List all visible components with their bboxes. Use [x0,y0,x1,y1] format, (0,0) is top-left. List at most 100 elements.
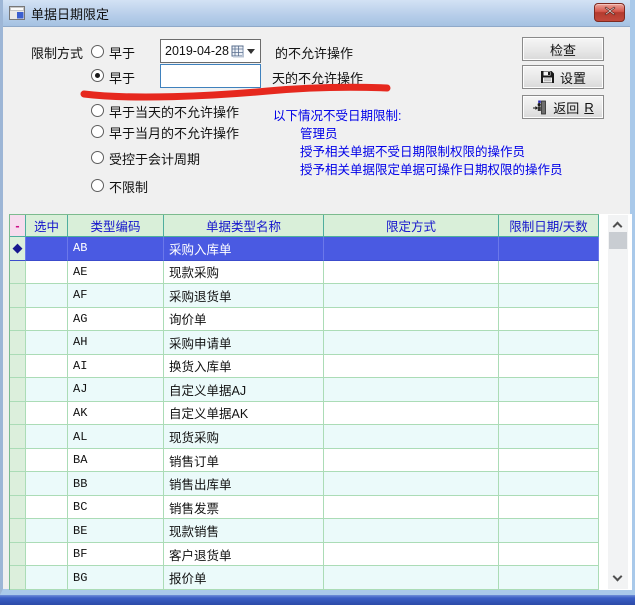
row-type-code-cell: AF [68,284,164,308]
row-marker-cell [10,331,26,355]
table-row[interactable]: BB 销售出库单 [10,472,599,496]
row-limit-date-cell [499,425,599,449]
table-row[interactable]: ◆ AB 采购入库单 [10,237,599,261]
row-checked-cell[interactable] [26,308,68,332]
row-type-name-cell: 采购退货单 [164,284,324,308]
notice-item: 授予相关单据限定单据可操作日期权限的操作员 [300,159,563,178]
row-restrict-mode-cell [324,378,499,402]
column-header-type-code[interactable]: 类型编码 [68,215,164,237]
grid: - 选中 类型编码 单据类型名称 限定方式 限制日期/天数 ◆ AB 采购入库单… [9,214,599,590]
row-marker-cell [10,261,26,285]
row-type-code-cell: AJ [68,378,164,402]
table-row[interactable]: AH 采购申请单 [10,331,599,355]
date-value: 2019-04-28 [161,44,231,58]
row-marker-cell [10,449,26,473]
row-checked-cell[interactable] [26,496,68,520]
row-type-name-cell: 自定义单据AK [164,402,324,426]
titlebar[interactable]: 单据日期限定 [3,0,630,27]
row-checked-cell[interactable] [26,566,68,590]
radio-none[interactable] [91,179,104,192]
vertical-scrollbar[interactable] [608,215,628,589]
row-checked-cell[interactable] [26,543,68,567]
column-header-checked[interactable]: 选中 [26,215,68,237]
row-checked-cell[interactable] [26,261,68,285]
row-restrict-mode-cell [324,519,499,543]
row-restrict-mode-cell [324,402,499,426]
row-checked-cell[interactable] [26,237,68,261]
notice-title: 以下情况不受日期限制: [273,105,401,124]
date-picker[interactable]: 2019-04-28 [160,39,261,63]
row-limit-date-cell [499,519,599,543]
table-row[interactable]: AI 换货入库单 [10,355,599,379]
row-marker-cell [10,308,26,332]
row-checked-cell[interactable] [26,519,68,543]
days-input[interactable] [160,64,261,88]
table-row[interactable]: BF 客户退货单 [10,543,599,567]
table-row[interactable]: AJ 自定义单据AJ [10,378,599,402]
table-row[interactable]: AL 现货采购 [10,425,599,449]
close-icon [604,6,616,16]
radio-month[interactable] [91,125,104,138]
radio-earlier-days-label: 早于 [109,68,135,87]
table-row[interactable]: AK 自定义单据AK [10,402,599,426]
scroll-up-icon[interactable] [613,222,623,232]
row-checked-cell[interactable] [26,331,68,355]
table-row[interactable]: AE 现款采购 [10,261,599,285]
radio-earlier-date[interactable] [91,45,104,58]
row-restrict-mode-cell [324,308,499,332]
table-header-row: - 选中 类型编码 单据类型名称 限定方式 限制日期/天数 [10,215,599,237]
table-row[interactable]: BG 报价单 [10,566,599,590]
column-header-restrict-mode[interactable]: 限定方式 [324,215,499,237]
date-dropdown-arrow[interactable] [247,49,255,54]
radio-earlier-date-label: 早于 [109,43,135,62]
table-row[interactable]: BE 现款销售 [10,519,599,543]
row-type-code-cell: BA [68,449,164,473]
row-checked-cell[interactable] [26,355,68,379]
row-limit-date-cell [499,543,599,567]
scrollbar-thumb[interactable] [609,232,627,249]
row-limit-date-cell [499,355,599,379]
row-checked-cell[interactable] [26,425,68,449]
row-marker-cell [10,402,26,426]
row-limit-date-cell [499,402,599,426]
row-restrict-mode-cell [324,543,499,567]
row-checked-cell[interactable] [26,378,68,402]
row-type-code-cell: BC [68,496,164,520]
save-settings-button[interactable]: 设置 [522,65,604,89]
table-row[interactable]: AF 采购退货单 [10,284,599,308]
column-header-marker[interactable]: - [10,215,26,237]
row-type-code-cell: AK [68,402,164,426]
table-row[interactable]: BA 销售订单 [10,449,599,473]
row-limit-date-cell [499,331,599,355]
radio-earlier-days[interactable] [91,69,104,82]
close-button[interactable] [594,3,625,22]
row-marker-cell [10,284,26,308]
return-button[interactable]: 返回 R [522,95,604,119]
row-checked-cell[interactable] [26,449,68,473]
row-marker-cell [10,355,26,379]
table-row[interactable]: AG 询价单 [10,308,599,332]
row-checked-cell[interactable] [26,402,68,426]
row-marker-cell [10,566,26,590]
column-header-type-name[interactable]: 单据类型名称 [164,215,324,237]
row-restrict-mode-cell [324,284,499,308]
row-checked-cell[interactable] [26,472,68,496]
row-type-code-cell: AB [68,237,164,261]
table-row[interactable]: BC 销售发票 [10,496,599,520]
row-restrict-mode-cell [324,237,499,261]
table-body: ◆ AB 采购入库单 AE 现款采购 AF 采购退货单 AG 询价单 AH 采购… [10,237,599,590]
document-types-table: - 选中 类型编码 单据类型名称 限定方式 限制日期/天数 ◆ AB 采购入库单… [9,214,632,590]
row-checked-cell[interactable] [26,284,68,308]
row-type-name-cell: 现货采购 [164,425,324,449]
radio-period[interactable] [91,151,104,164]
row-restrict-mode-cell [324,472,499,496]
row-type-name-cell: 客户退货单 [164,543,324,567]
check-button[interactable]: 检查 [522,37,604,61]
column-header-limit-date[interactable]: 限制日期/天数 [499,215,599,237]
radio-today[interactable] [91,104,104,117]
check-button-label: 检查 [550,40,576,59]
row-type-name-cell: 报价单 [164,566,324,590]
row-marker-cell [10,519,26,543]
scroll-down-icon[interactable] [613,572,623,582]
row-type-name-cell: 销售发票 [164,496,324,520]
